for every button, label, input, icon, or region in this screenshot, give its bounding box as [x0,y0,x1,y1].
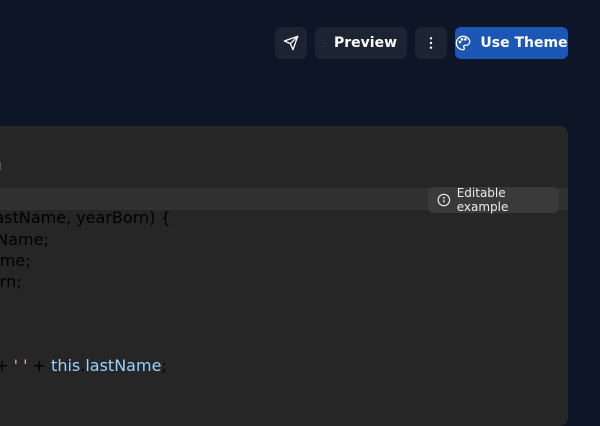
code-token-keyword: this [51,356,80,375]
palette-icon [455,35,471,51]
share-button[interactable] [275,27,307,59]
badge-label: Editable example [457,186,559,214]
preview-button[interactable]: Preview [315,27,407,59]
use-theme-button[interactable]: Use Theme [455,27,568,59]
more-vertical-icon [423,35,439,51]
code-line-5[interactable]: + ' ' + this.lastName; [0,356,167,376]
eye-icon [325,35,326,52]
code-token-op: + [0,356,14,375]
editor-gutter-mark [0,162,1,170]
toolbar: Preview Use Theme [275,27,568,59]
use-theme-label: Use Theme [480,35,567,51]
code-token-property: lastName [85,356,161,375]
code-token-op: + [27,356,51,375]
editable-example-badge: Editable example [428,187,559,213]
code-token-semicolon: ; [161,356,166,375]
preview-label: Preview [334,35,397,51]
code-editor-panel[interactable]: Editable example lastName, yearBorn) { t… [0,126,568,426]
code-line-4[interactable]: orn; [0,272,22,292]
more-options-button[interactable] [415,27,447,59]
code-line-3[interactable]: ame; [0,251,31,271]
send-icon [283,35,299,51]
code-line-2[interactable]: tName; [0,230,49,250]
code-line-1[interactable]: lastName, yearBorn) { [0,208,171,228]
code-token-string: ' ' [14,356,28,375]
info-icon [437,193,451,207]
